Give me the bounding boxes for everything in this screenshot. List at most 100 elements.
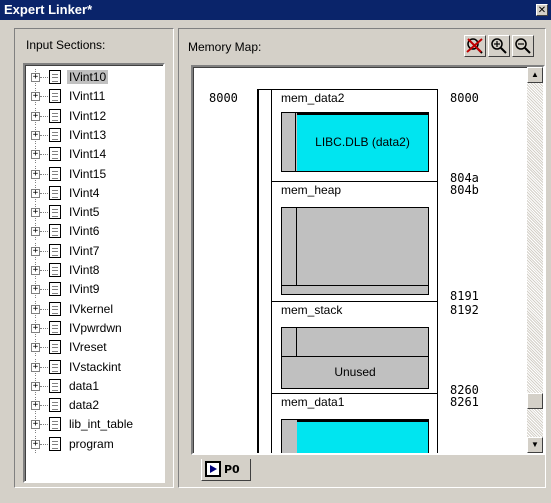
input-sections-tree[interactable]: + IVint10 + IVint11 + IVint12 + IVint13 + IVint14… <box>23 63 165 483</box>
tree-item[interactable]: + IVstackint <box>25 358 165 376</box>
tree-item[interactable]: + program <box>25 435 165 453</box>
section-icon <box>49 436 61 451</box>
memory-outline <box>257 89 259 453</box>
expand-icon[interactable]: + <box>31 111 40 121</box>
tree-item[interactable]: + IVint7 <box>25 242 165 260</box>
tree-branch <box>40 173 48 175</box>
tree-item[interactable]: + data1 <box>25 377 165 395</box>
segment-divider <box>271 393 437 394</box>
tree-item[interactable]: + IVint5 <box>25 204 165 222</box>
tree-item[interactable]: + IVkernel <box>25 300 165 318</box>
zoom-out-icon <box>515 38 531 54</box>
tree-branch <box>40 212 48 214</box>
input-sections-pane: Input Sections: + IVint10 + IVint11 + IVint12… <box>14 28 174 488</box>
segment-divider <box>271 181 437 182</box>
scroll-down-icon[interactable]: ▼ <box>527 437 543 453</box>
expand-icon[interactable]: + <box>31 266 40 275</box>
memory-map-pane: Memory Map: 8000 mem_data2 8000 LIBC.DLB… <box>178 28 546 488</box>
zoom-out-button[interactable] <box>512 35 534 57</box>
tree-branch <box>40 405 48 407</box>
tree-item[interactable]: + IVint15 <box>25 165 165 183</box>
memory-map-view[interactable]: 8000 mem_data2 8000 LIBC.DLB (data2) 804… <box>191 65 545 455</box>
tree-item[interactable]: + IVint11 <box>25 88 165 106</box>
segment-end-mem-heap: 8191 <box>450 289 479 303</box>
tree-item[interactable]: + IVint10 <box>25 69 165 86</box>
expand-icon[interactable]: + <box>31 208 40 218</box>
segment-divider <box>271 301 437 302</box>
tab-p0[interactable]: P0 <box>201 459 251 481</box>
section-icon <box>49 166 61 181</box>
view-mode-icon <box>466 38 483 54</box>
expand-icon[interactable]: + <box>31 150 40 160</box>
expand-icon[interactable]: + <box>31 169 40 179</box>
expand-icon[interactable]: + <box>31 188 40 198</box>
expand-icon[interactable]: + <box>31 246 40 256</box>
processor-icon <box>205 461 221 477</box>
section-icon <box>49 185 61 200</box>
segment-block-mem-stack[interactable]: Unused <box>281 327 429 389</box>
tree-branch <box>40 424 48 426</box>
tree-branch <box>40 231 48 233</box>
zoom-in-button[interactable] <box>488 35 510 57</box>
tree-item[interactable]: + IVpwrdwn <box>25 319 165 337</box>
tree-item-label: IVint4 <box>69 185 100 200</box>
scroll-thumb[interactable] <box>527 393 543 409</box>
expand-icon[interactable]: + <box>31 323 40 333</box>
tree-item-label: IVkernel <box>69 301 114 316</box>
expand-icon[interactable]: + <box>31 362 40 372</box>
tree-item-label: data1 <box>69 378 100 393</box>
tree-item[interactable]: + IVint12 <box>25 107 165 125</box>
vertical-scrollbar[interactable]: ▲ ▼ <box>527 67 543 453</box>
expand-icon[interactable]: + <box>31 439 40 449</box>
expand-icon[interactable]: + <box>31 304 40 314</box>
expand-icon[interactable]: + <box>31 343 40 353</box>
tree-item-label: IVint15 <box>69 166 107 181</box>
memory-right-edge <box>437 89 438 453</box>
scroll-up-icon[interactable]: ▲ <box>527 67 543 83</box>
segment-name-mem-data2: mem_data2 <box>281 91 345 105</box>
section-icon <box>49 398 61 413</box>
tree-item[interactable]: + IVint4 <box>25 184 165 202</box>
tree-item-label: program <box>69 436 114 451</box>
close-icon[interactable]: ✕ <box>536 4 548 16</box>
tree-item[interactable]: + lib_int_table <box>25 416 165 434</box>
tree-item-label: IVint13 <box>69 127 107 142</box>
tree-item-label: IVint9 <box>69 282 100 297</box>
tree-item[interactable]: + IVint8 <box>25 262 165 279</box>
unused-region[interactable]: Unused <box>282 357 428 388</box>
tree-branch <box>40 96 48 98</box>
tree-item-label: IVint8 <box>69 263 100 277</box>
section-icon <box>49 378 61 393</box>
tree-branch <box>40 134 48 136</box>
expand-icon[interactable]: + <box>31 130 40 140</box>
expand-icon[interactable]: + <box>31 381 40 391</box>
tree-item-label: IVint11 <box>69 89 106 104</box>
expand-icon[interactable]: + <box>31 73 40 82</box>
tree-item[interactable]: + IVreset <box>25 339 165 357</box>
view-mode-button[interactable] <box>464 35 486 57</box>
segment-block-mem-data2[interactable]: LIBC.DLB (data2) <box>281 112 429 172</box>
tree-item[interactable]: + IVint6 <box>25 223 165 241</box>
section-icon <box>49 243 61 258</box>
expand-icon[interactable]: + <box>31 285 40 295</box>
title-bar[interactable]: Expert Linker* ✕ <box>0 0 551 20</box>
tree-item[interactable]: + IVint13 <box>25 126 165 144</box>
tree-item[interactable]: + IVint14 <box>25 146 165 164</box>
expand-icon[interactable]: + <box>31 92 40 102</box>
expand-icon[interactable]: + <box>31 401 40 411</box>
section-icon <box>49 108 61 123</box>
segment-block-mem-heap[interactable] <box>281 207 429 295</box>
tree-branch <box>40 385 48 387</box>
segment-name-mem-data1: mem_data1 <box>281 395 345 409</box>
tree-item[interactable]: + data2 <box>25 397 165 415</box>
expand-icon[interactable]: + <box>31 227 40 237</box>
section-handle-line <box>296 208 297 286</box>
expand-icon[interactable]: + <box>31 420 40 430</box>
tree-item[interactable]: + IVint9 <box>25 281 165 299</box>
segment-start-mem-stack: 8192 <box>450 303 479 317</box>
section-icon <box>49 301 61 316</box>
start-address: 8000 <box>209 91 238 105</box>
segment-block-mem-data1[interactable] <box>281 419 429 453</box>
input-section-libc-data2[interactable]: LIBC.DLB (data2) <box>297 113 428 171</box>
input-section-data1[interactable] <box>297 420 428 453</box>
